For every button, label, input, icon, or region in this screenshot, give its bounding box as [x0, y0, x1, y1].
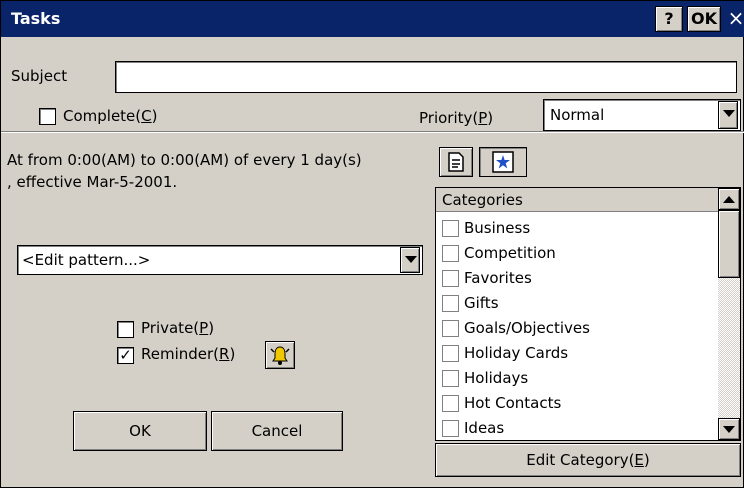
priority-value: Normal [550, 106, 605, 124]
list-item[interactable]: Holidays [440, 367, 716, 392]
list-item[interactable]: Goals/Objectives [440, 317, 716, 342]
category-checkbox[interactable] [442, 320, 459, 337]
chevron-down-icon [723, 110, 735, 117]
scroll-up-button[interactable] [718, 188, 740, 210]
category-checkbox[interactable] [442, 370, 459, 387]
categories-scrollbar[interactable] [718, 188, 740, 440]
pattern-dropdown-button[interactable] [400, 247, 420, 273]
window-title: Tasks [11, 9, 61, 28]
scroll-down-button[interactable] [718, 418, 740, 440]
category-icon [492, 151, 514, 173]
edit-category-button[interactable]: Edit Category(E) [435, 443, 741, 477]
ok-button[interactable]: OK [73, 411, 207, 451]
subject-label: Subject [11, 67, 68, 85]
chevron-down-icon [405, 256, 417, 263]
recurrence-line-1: At from 0:00(AM) to 0:00(AM) of every 1 … [7, 151, 362, 169]
reminder-checkbox[interactable]: ✓ [117, 347, 134, 364]
list-item[interactable]: Hot Contacts [440, 392, 716, 417]
list-item[interactable]: Gifts [440, 292, 716, 317]
list-item[interactable]: Business [440, 217, 716, 242]
category-checkbox[interactable] [442, 245, 459, 262]
list-item[interactable]: Competition [440, 242, 716, 267]
cancel-button[interactable]: Cancel [211, 411, 343, 451]
categories-header: Categories [436, 188, 718, 212]
notes-tab[interactable] [439, 147, 473, 177]
category-checkbox[interactable] [442, 345, 459, 362]
title-bar: Tasks ? OK × [1, 1, 744, 37]
category-checkbox[interactable] [442, 270, 459, 287]
category-checkbox[interactable] [442, 295, 459, 312]
reminder-options-button[interactable] [265, 341, 295, 369]
private-checkbox[interactable] [117, 321, 134, 338]
category-checkbox[interactable] [442, 420, 459, 437]
priority-label: Priority(P) [419, 109, 494, 127]
recurrence-line-2: , effective Mar-5-2001. [7, 173, 178, 191]
bell-icon [270, 346, 290, 365]
list-item[interactable]: Favorites [440, 267, 716, 292]
subject-input[interactable] [115, 61, 737, 93]
scroll-thumb[interactable] [718, 210, 740, 278]
category-checkbox[interactable] [442, 395, 459, 412]
help-button[interactable]: ? [655, 6, 683, 32]
priority-dropdown-button[interactable] [718, 101, 738, 129]
priority-select[interactable]: Normal [543, 99, 741, 131]
list-item[interactable]: Ideas [440, 417, 716, 440]
categories-tab[interactable] [479, 147, 527, 177]
complete-label: Complete(C) [63, 107, 158, 125]
reminder-label: Reminder(R) [141, 345, 236, 363]
pattern-select[interactable]: <Edit pattern...> [17, 245, 423, 275]
private-label: Private(P) [141, 319, 215, 337]
categories-list[interactable]: Categories Business Competition Favorite… [435, 187, 741, 441]
complete-checkbox[interactable] [39, 108, 56, 125]
notes-icon [448, 152, 464, 172]
section-divider [1, 131, 744, 133]
title-ok-button[interactable]: OK [687, 6, 721, 32]
chevron-down-icon [723, 426, 735, 433]
close-icon[interactable]: × [727, 6, 744, 32]
pattern-value: <Edit pattern...> [22, 251, 151, 269]
chevron-up-icon [723, 196, 735, 203]
list-item[interactable]: Holiday Cards [440, 342, 716, 367]
tasks-dialog: Tasks ? OK × Subject Complete(C) Priorit… [0, 0, 744, 488]
category-checkbox[interactable] [442, 220, 459, 237]
